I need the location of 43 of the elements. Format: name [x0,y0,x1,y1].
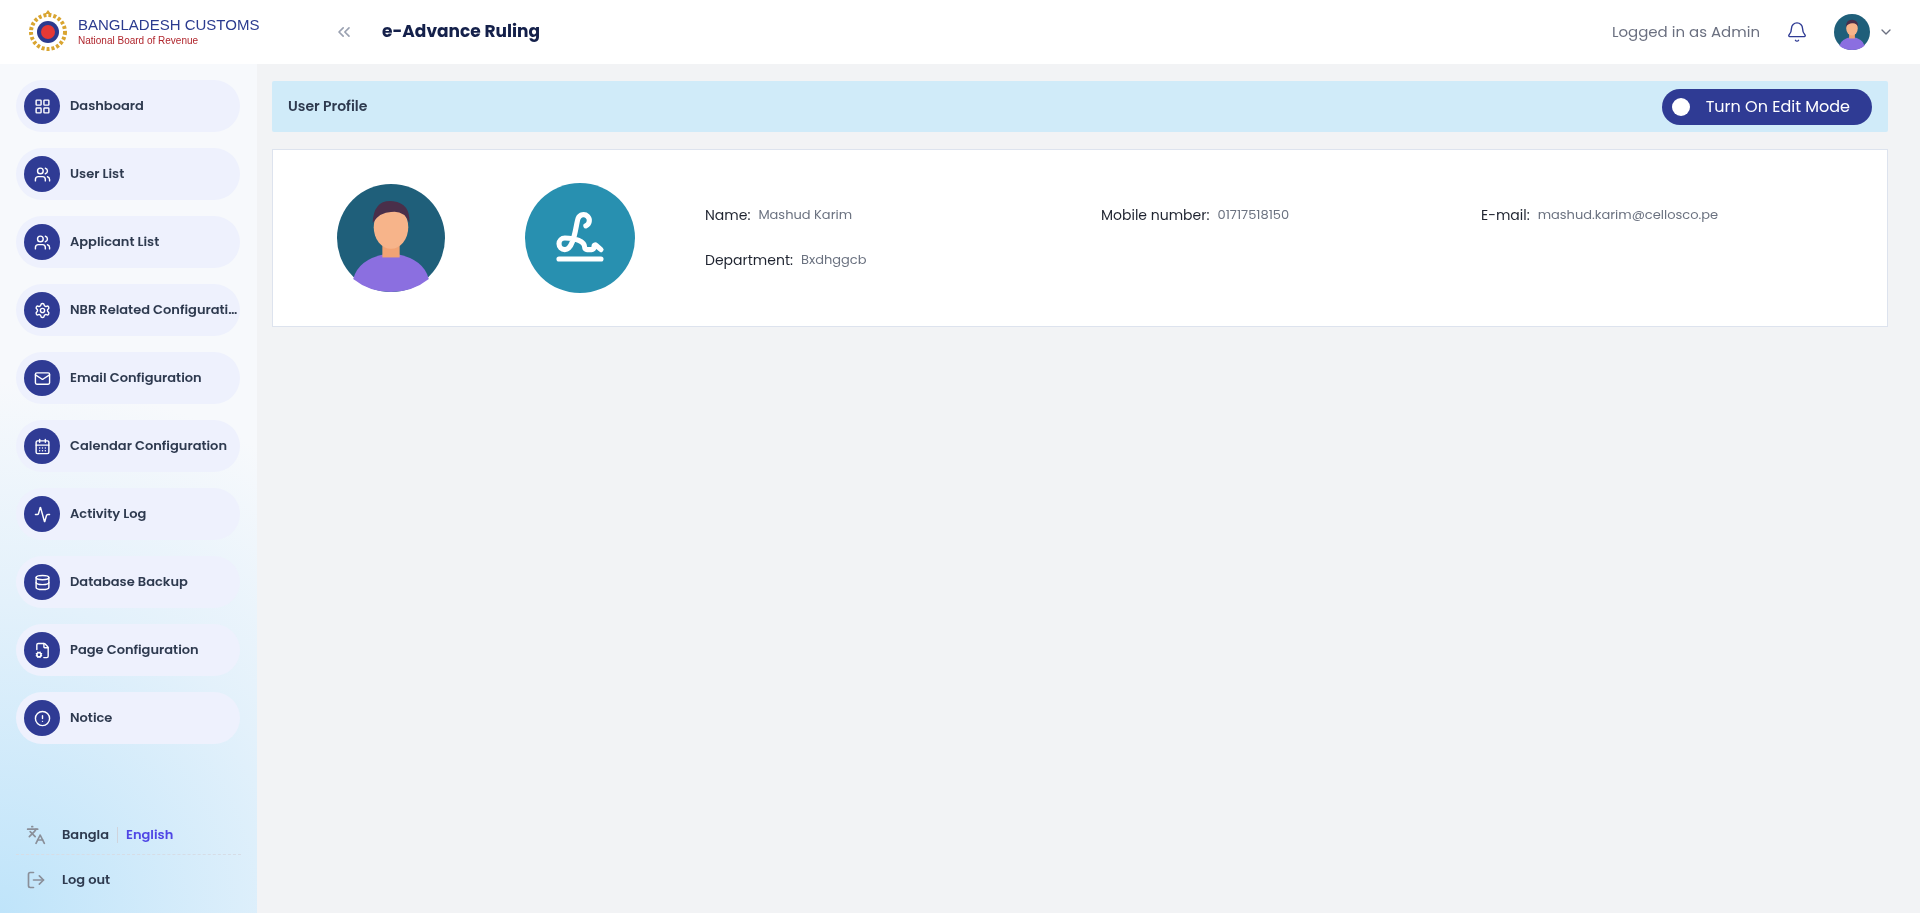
translate-icon [26,824,46,845]
sidebar-item[interactable]: NBR Related Configurati… [16,284,240,336]
edit-mode-toggle[interactable]: Turn On Edit Mode [1661,88,1872,125]
sidebar-item[interactable]: Dashboard [16,80,240,132]
notice-icon [24,700,60,736]
field-label: Mobile number: [1101,205,1210,226]
notification-bell-icon[interactable] [1786,21,1808,43]
logout-button[interactable]: Log out [16,855,241,905]
users-icon [24,224,60,260]
sidebar-item[interactable]: Applicant List [16,216,240,268]
sidebar-item[interactable]: Database Backup [16,556,240,608]
calendar-icon [24,428,60,464]
settings-icon [24,292,60,328]
field-label: Name: [705,205,751,226]
logout-icon [26,870,46,890]
sidebar-item[interactable]: User List [16,148,240,200]
field-value: Bxdhggcb [800,250,867,271]
users-icon [24,156,60,192]
brand-subtitle: National Board of Revenue [78,35,200,48]
field-label: Department: [705,250,793,271]
dashboard-icon [24,88,60,124]
language-option[interactable]: English [126,824,174,845]
sidebar-item[interactable]: Page Configuration [16,624,240,676]
sidebar-item[interactable]: Email Configuration [16,352,240,404]
sidebar-item[interactable]: Activity Log [16,488,240,540]
field-value: 01717518150 [1217,205,1290,226]
database-icon [24,564,60,600]
user-avatar [1834,14,1870,50]
sidebar-item[interactable]: Notice [16,692,240,744]
sidebar-item[interactable]: Calendar Configuration [16,420,240,472]
logged-in-text: Logged in as Admin [1611,20,1760,44]
field-value: Mashud Karim [758,205,853,226]
page-title: User Profile [288,96,368,117]
page-icon [24,632,60,668]
language-option[interactable]: Bangla [62,824,109,845]
customs-emblem-logo [26,10,70,54]
activity-icon [24,496,60,532]
field-label: E-mail: [1481,205,1530,226]
app-title: e-Advance Ruling [382,19,540,45]
mail-icon [24,360,60,396]
brand-title: BANGLADESH CUSTOMS [78,16,260,36]
toggle-knob [1671,97,1690,116]
field-value: mashud.karim@cellosco.pe [1537,205,1719,226]
